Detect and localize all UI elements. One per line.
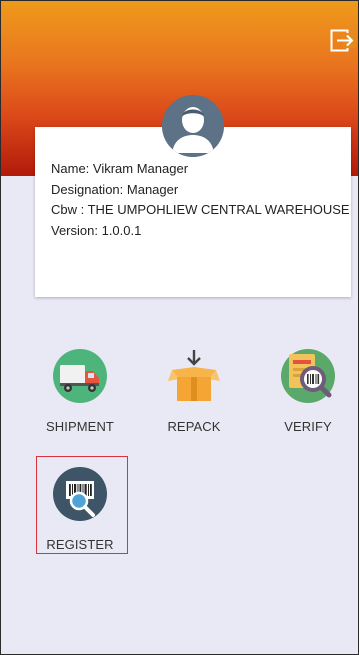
- app-screen: Name: Vikram Manager Designation: Manage…: [0, 0, 359, 655]
- shipment-tile[interactable]: SHIPMENT: [35, 347, 125, 434]
- verify-label: VERIFY: [284, 419, 332, 434]
- repack-tile[interactable]: REPACK: [149, 347, 239, 434]
- logout-icon: [330, 29, 357, 52]
- barcode-magnifier-icon: [279, 347, 337, 405]
- profile-designation: Designation: Manager: [51, 181, 179, 197]
- box-download-icon: [165, 347, 223, 405]
- profile-name: Name: Vikram Manager: [51, 161, 189, 176]
- avatar: [162, 95, 224, 157]
- truck-icon: [51, 347, 109, 405]
- barcode-search-icon: [51, 465, 109, 523]
- profile-version: Version: 1.0.0.1: [51, 222, 142, 238]
- repack-label: REPACK: [167, 419, 221, 434]
- user-avatar-icon: [162, 95, 224, 157]
- shipment-label: SHIPMENT: [46, 419, 114, 434]
- logout-button[interactable]: [330, 29, 357, 53]
- profile-info: Name: Vikram Manager Designation: Manage…: [51, 159, 351, 241]
- register-tile[interactable]: REGISTER: [35, 457, 125, 552]
- register-label: REGISTER: [46, 537, 114, 552]
- profile-cbw: Cbw : THE UMPOHLIEW CENTRAL WAREHOUSE: [51, 202, 350, 217]
- verify-tile[interactable]: VERIFY: [263, 347, 353, 434]
